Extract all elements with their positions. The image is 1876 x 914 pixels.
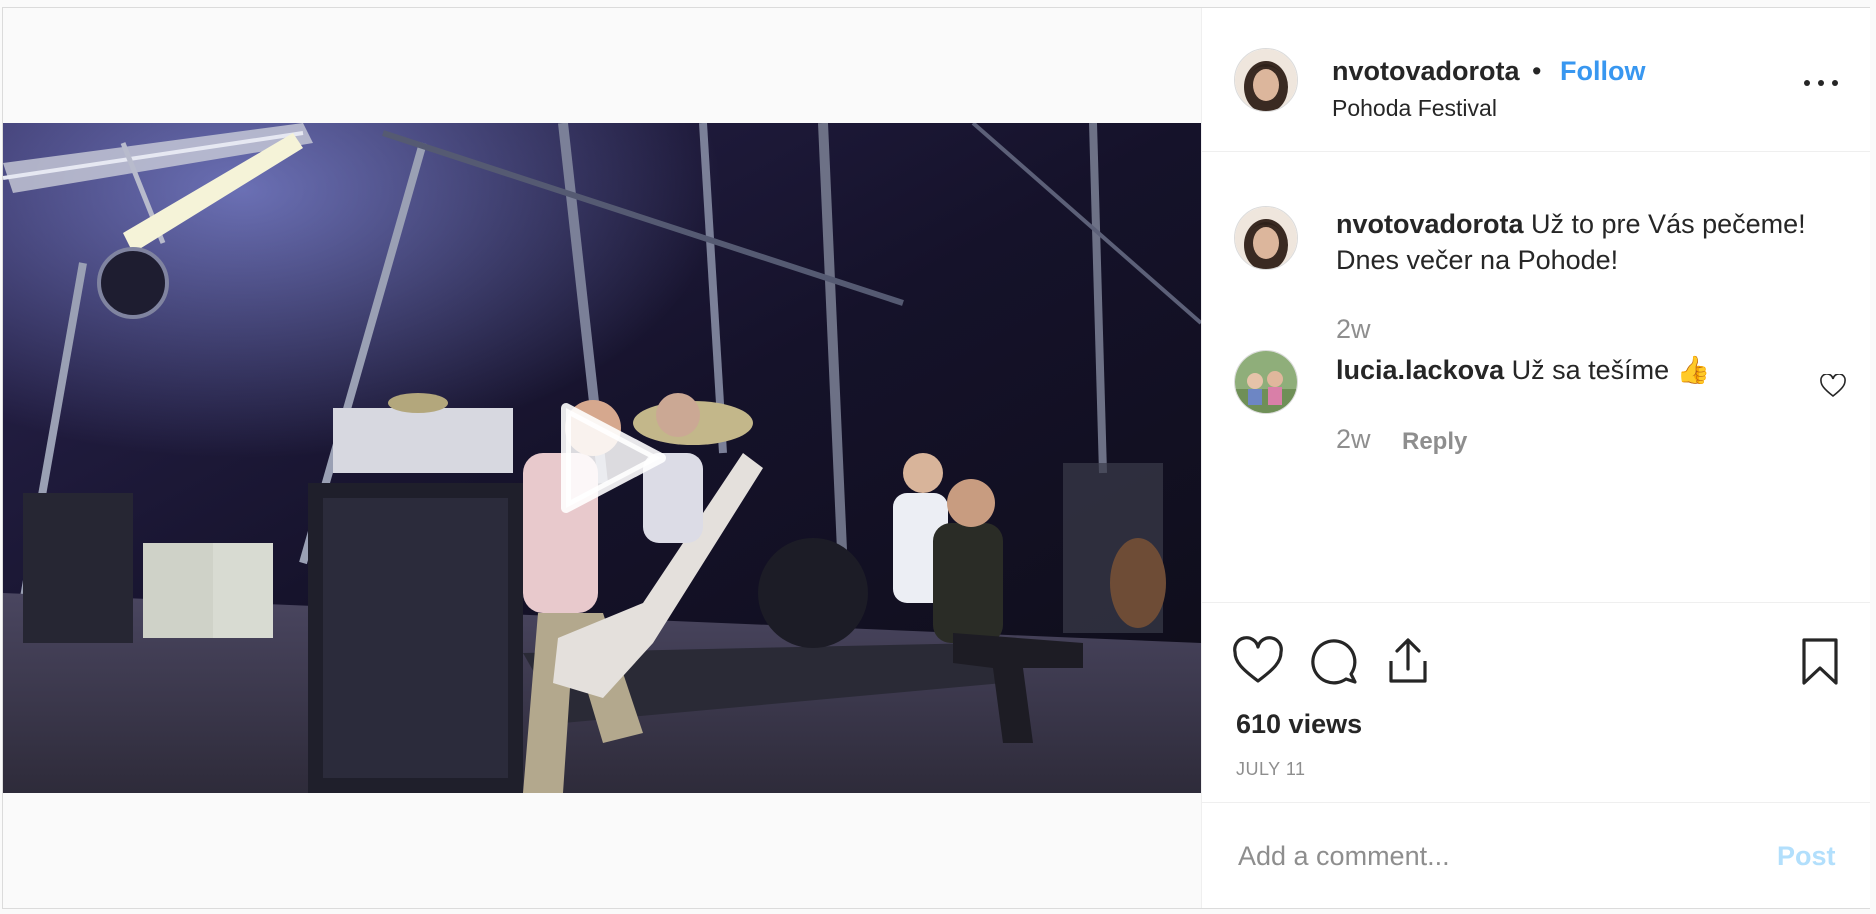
caption-time[interactable]: 2w	[1336, 314, 1371, 345]
caption-text: nvotovadorota Už to pre Vás pečeme! Dnes…	[1336, 206, 1846, 278]
comment-username[interactable]: lucia.lackova	[1336, 355, 1504, 385]
add-comment-bar: Post	[1202, 802, 1870, 909]
comment-heart-icon[interactable]	[1820, 374, 1846, 398]
action-bar: 610 views JULY 11	[1202, 602, 1870, 803]
reply-button[interactable]: Reply	[1402, 428, 1467, 456]
comments-section: nvotovadorota Už to pre Vás pečeme! Dnes…	[1202, 152, 1870, 602]
avatar[interactable]	[1234, 350, 1298, 414]
more-options-icon[interactable]	[1804, 76, 1840, 90]
heart-icon[interactable]	[1232, 635, 1284, 687]
avatar[interactable]	[1234, 48, 1298, 112]
post-button[interactable]: Post	[1777, 841, 1836, 872]
avatar-image	[1235, 207, 1297, 269]
post-sidebar: nvotovadorota • Follow Pohoda Festival n…	[1201, 8, 1870, 908]
comment-time[interactable]: 2w	[1336, 424, 1371, 455]
comment-text: lucia.lackova Už sa tešíme 👍	[1336, 352, 1846, 388]
post-header: nvotovadorota • Follow Pohoda Festival	[1202, 8, 1870, 152]
avatar-image	[1235, 351, 1297, 413]
bookmark-icon[interactable]	[1794, 635, 1846, 687]
comment-icon[interactable]	[1308, 635, 1360, 687]
post-date[interactable]: JULY 11	[1236, 759, 1306, 780]
media-area	[3, 8, 1201, 908]
location-link[interactable]: Pohoda Festival	[1332, 95, 1497, 122]
video-player[interactable]	[3, 123, 1201, 793]
separator-dot: •	[1532, 56, 1542, 86]
post-container: nvotovadorota • Follow Pohoda Festival n…	[2, 7, 1870, 909]
caption-username[interactable]: nvotovadorota	[1336, 209, 1524, 239]
play-icon[interactable]	[546, 393, 676, 523]
header-username[interactable]: nvotovadorota	[1332, 56, 1520, 87]
comment-input[interactable]	[1236, 833, 1760, 879]
follow-button[interactable]: Follow	[1560, 56, 1645, 87]
avatar[interactable]	[1234, 206, 1298, 270]
view-count[interactable]: 610 views	[1236, 709, 1362, 740]
avatar-image	[1235, 49, 1297, 111]
share-icon[interactable]	[1382, 635, 1434, 687]
comment-body: Už sa tešíme 👍	[1504, 355, 1711, 385]
